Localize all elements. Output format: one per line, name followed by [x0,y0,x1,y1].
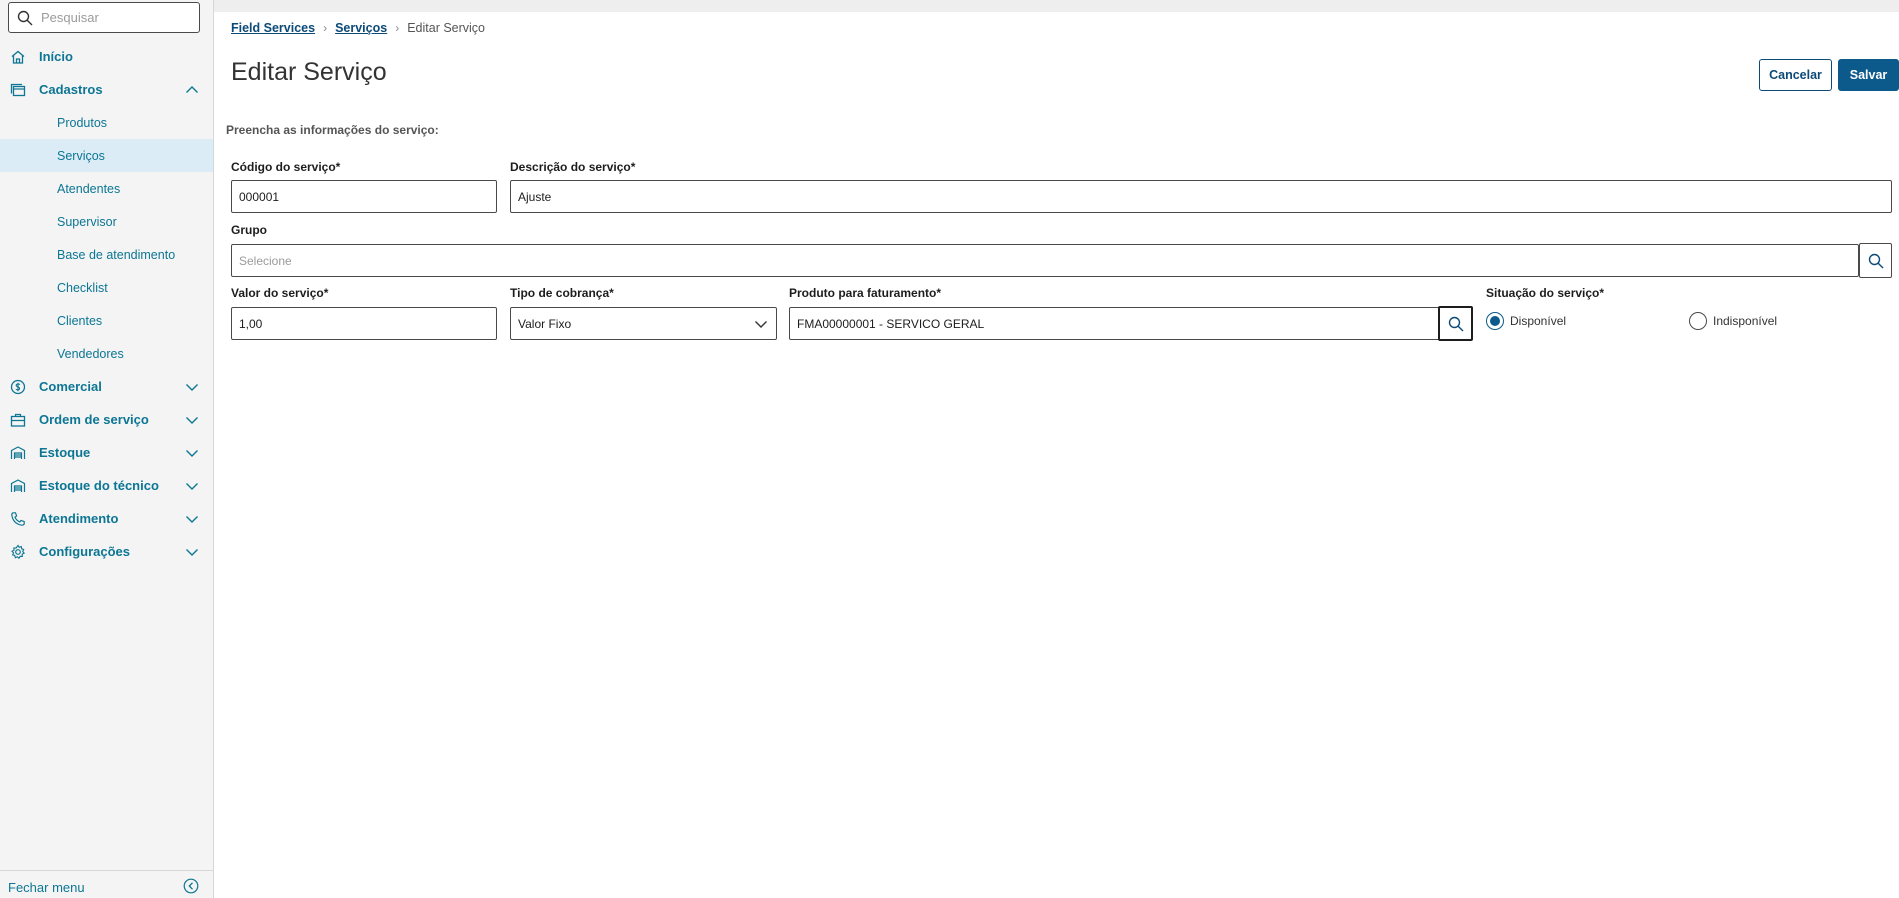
situacao-indisponivel-label: Indisponível [1713,314,1778,328]
top-bar [214,0,1899,12]
sidebar-subitem-atendentes[interactable]: Atendentes [0,172,213,205]
chevron-down-icon [755,320,767,328]
grupo-lookup-button[interactable] [1859,243,1892,278]
breadcrumb-separator-icon: › [323,21,328,35]
search-icon [1448,316,1463,331]
chevron-down-icon[interactable] [185,446,199,460]
warehouse-icon [10,446,26,459]
sidebar-item-label: Ordem de serviço [39,412,149,427]
radio-unchecked-icon [1689,312,1707,330]
tipo-cobranca-select[interactable]: Valor Fixo [510,307,777,340]
sidebar-subitem-clientes[interactable]: Clientes [0,304,213,337]
collapse-menu-icon [183,878,199,894]
breadcrumb-current: Editar Serviço [407,21,486,35]
search-icon [1868,253,1883,268]
sidebar-item-estoque-do-tecnico[interactable]: Estoque do técnico [0,469,213,502]
descricao-label: Descrição do serviço* [510,160,636,174]
codigo-label: Código do serviço* [231,160,341,174]
sidebar-item-label: Início [39,49,73,64]
breadcrumb-servicos[interactable]: Serviços [335,21,387,35]
situacao-label: Situação do serviço* [1486,286,1605,300]
warehouse-icon [10,479,26,492]
page-title: Editar Serviço [231,58,387,86]
search-icon [17,10,33,25]
produto-field[interactable] [789,307,1440,340]
briefcase-icon [10,413,26,427]
sidebar-subitem-label: Supervisor [57,214,117,229]
codigo-input[interactable] [232,189,496,204]
form-instructions: Preencha as informações do serviço: [226,123,439,137]
sidebar-subitem-servicos[interactable]: Serviços [0,139,213,172]
tipo-cobranca-value: Valor Fixo [518,316,572,331]
grupo-input[interactable] [232,253,1858,268]
sidebar-menu: Início Cadastros Produtos Serviços Atend… [0,40,213,568]
chevron-down-icon[interactable] [185,479,199,493]
sidebar-search-input[interactable] [41,10,191,25]
sidebar-subitem-base-de-atendimento[interactable]: Base de atendimento [0,238,213,271]
sidebar-subitem-label: Produtos [57,115,108,130]
sidebar-item-inicio[interactable]: Início [0,40,213,73]
sidebar-subitem-label: Vendedores [57,346,124,361]
sidebar-item-label: Estoque [39,445,91,460]
sidebar-item-comercial[interactable]: Comercial [0,370,213,403]
sidebar-item-label: Configurações [39,544,131,559]
cancel-button[interactable]: Cancelar [1759,59,1832,91]
sidebar-item-configuracoes[interactable]: Configurações [0,535,213,568]
situacao-disponivel-label: Disponível [1510,314,1567,328]
situacao-disponivel-radio[interactable]: Disponível [1486,312,1566,330]
sidebar-subitem-label: Atendentes [57,181,121,196]
sidebar-subitem-checklist[interactable]: Checklist [0,271,213,304]
sidebar-item-label: Cadastros [39,82,103,97]
sidebar-subitem-label: Base de atendimento [57,247,176,262]
cadastros-icon [10,83,26,97]
valor-input[interactable] [232,316,496,331]
main-content: Field Services › Serviços › Editar Servi… [214,12,1899,898]
radio-checked-icon [1486,312,1504,330]
app-root: Início Cadastros Produtos Serviços Atend… [0,0,1899,898]
sidebar-subitem-label: Serviços [57,148,105,163]
sidebar-item-label: Comercial [39,379,102,394]
valor-field[interactable] [231,307,497,340]
chevron-down-icon[interactable] [185,545,199,559]
sidebar-item-label: Estoque do técnico [39,478,159,493]
sidebar-item-ordem-de-servico[interactable]: Ordem de serviço [0,403,213,436]
produto-lookup-button[interactable] [1438,306,1473,341]
sidebar: Início Cadastros Produtos Serviços Atend… [0,0,214,898]
produto-label: Produto para faturamento* [789,286,942,300]
sidebar-item-cadastros[interactable]: Cadastros [0,73,213,106]
gear-icon [11,544,26,560]
phone-icon [11,512,25,526]
descricao-field[interactable] [510,180,1892,213]
situacao-indisponivel-radio[interactable]: Indisponível [1689,312,1777,330]
sidebar-search[interactable] [8,2,200,33]
grupo-field[interactable] [231,244,1859,277]
breadcrumb-field-services[interactable]: Field Services [231,21,315,35]
close-menu-label: Fechar menu [8,880,85,895]
sidebar-subitem-label: Clientes [57,313,103,328]
sidebar-item-estoque[interactable]: Estoque [0,436,213,469]
chevron-down-icon[interactable] [185,512,199,526]
breadcrumb-separator-icon: › [395,21,400,35]
sidebar-subitem-vendedores[interactable]: Vendedores [0,337,213,370]
sidebar-subitem-label: Checklist [57,280,108,295]
valor-label: Valor do serviço* [231,286,329,300]
chevron-down-icon[interactable] [185,380,199,394]
tipo-cobranca-label: Tipo de cobrança* [510,286,614,300]
codigo-field[interactable] [231,180,497,213]
sidebar-item-atendimento[interactable]: Atendimento [0,502,213,535]
close-menu-button[interactable]: Fechar menu [0,870,213,898]
breadcrumb: Field Services › Serviços › Editar Servi… [231,21,485,35]
grupo-label: Grupo [231,223,267,237]
sidebar-item-label: Atendimento [39,511,119,526]
chevron-up-icon[interactable] [185,83,199,97]
save-button[interactable]: Salvar [1838,59,1899,91]
sidebar-subitem-produtos[interactable]: Produtos [0,106,213,139]
descricao-input[interactable] [511,189,1891,204]
home-icon [11,50,25,64]
produto-input[interactable] [790,316,1439,331]
chevron-down-icon[interactable] [185,413,199,427]
sidebar-subitem-supervisor[interactable]: Supervisor [0,205,213,238]
dollar-circle-icon [10,379,26,395]
